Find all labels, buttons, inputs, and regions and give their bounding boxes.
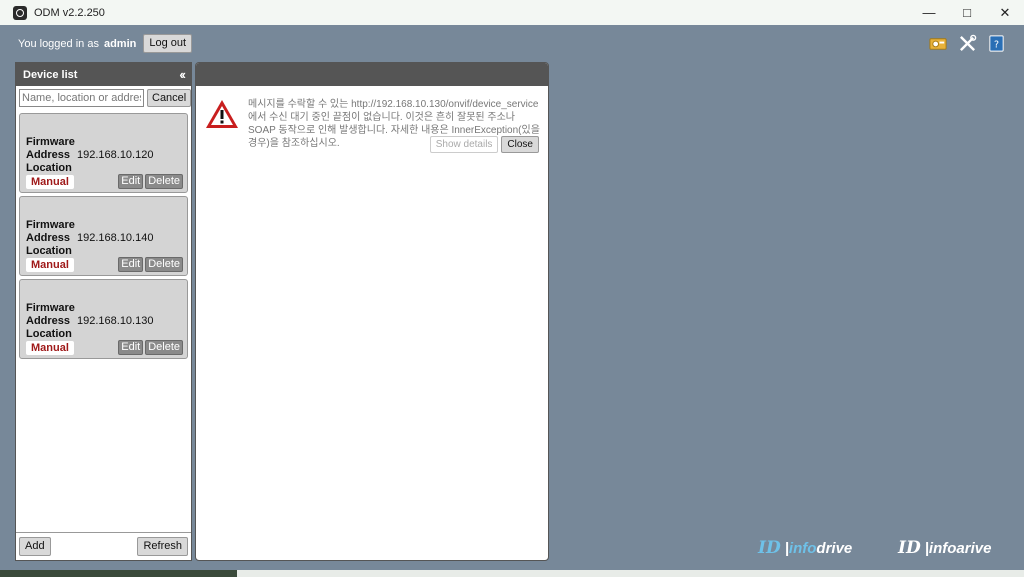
manual-badge: Manual	[26, 257, 74, 272]
settings-icon[interactable]	[929, 34, 948, 53]
close-icon[interactable]: ✕	[986, 0, 1024, 25]
tools-icon[interactable]	[958, 34, 977, 53]
device-card[interactable]: Firmware Address 192.168.10.140 Location …	[19, 196, 188, 276]
device-list-header: Device list ‹‹	[16, 63, 191, 86]
message-actions: Show details Close	[429, 136, 539, 153]
device-card[interactable]: Firmware Address 192.168.10.130 Location …	[19, 279, 188, 359]
search-input[interactable]	[19, 89, 144, 107]
edit-button[interactable]: Edit	[118, 174, 144, 189]
add-device-button[interactable]: Add	[19, 537, 51, 556]
app-window: ODM v2.2.250 — □ ✕ You logged in as admi…	[0, 0, 1024, 570]
manual-badge: Manual	[26, 340, 74, 355]
session-bar: You logged in as admin Log out	[18, 34, 193, 53]
title-bar: ODM v2.2.250 — □ ✕	[0, 0, 1024, 25]
search-row: Cancel	[16, 86, 192, 110]
device-list-title: Device list	[23, 68, 78, 81]
collapse-icon[interactable]: ‹‹	[179, 67, 186, 82]
infodrive-logo: ID | info drive	[758, 538, 853, 558]
logged-in-text: You logged in as	[18, 37, 99, 50]
toolbar-icons: ?	[929, 34, 1006, 53]
edit-button[interactable]: Edit	[118, 257, 144, 272]
address-label: Address	[26, 149, 71, 161]
device-card[interactable]: Firmware Address 192.168.10.120 Location …	[19, 113, 188, 193]
delete-button[interactable]: Delete	[145, 340, 183, 355]
address-value: 192.168.10.130	[77, 315, 154, 327]
help-book-icon[interactable]: ?	[987, 34, 1006, 53]
cancel-button[interactable]: Cancel	[147, 89, 192, 107]
message-panel: 메시지를 수락할 수 있는 http://192.168.10.130/onvi…	[195, 62, 549, 561]
device-list-footer: Add Refresh	[16, 532, 191, 560]
delete-button[interactable]: Delete	[145, 257, 183, 272]
window-controls: — □ ✕	[910, 0, 1024, 25]
username: admin	[103, 37, 137, 50]
address-value: 192.168.10.140	[77, 232, 154, 244]
message-header	[196, 63, 548, 86]
firmware-label: Firmware	[26, 219, 75, 231]
svg-text:?: ?	[994, 39, 999, 50]
device-list-panel: Device list ‹‹ Cancel Firmware Address 19…	[15, 62, 192, 561]
firmware-label: Firmware	[26, 302, 75, 314]
minimize-icon[interactable]: —	[910, 0, 948, 25]
address-label: Address	[26, 232, 71, 244]
address-label: Address	[26, 315, 71, 327]
maximize-icon[interactable]: □	[948, 0, 986, 25]
delete-button[interactable]: Delete	[145, 174, 183, 189]
infoarive-logo: ID | infoarive	[898, 538, 992, 558]
logout-button[interactable]: Log out	[143, 34, 193, 53]
close-message-button[interactable]: Close	[501, 136, 539, 153]
show-details-button[interactable]: Show details	[429, 136, 499, 153]
address-value: 192.168.10.120	[77, 149, 154, 161]
window-title: ODM v2.2.250	[34, 6, 105, 19]
taskbar-strip	[237, 570, 1024, 577]
warning-icon	[206, 100, 238, 128]
edit-button[interactable]: Edit	[118, 340, 144, 355]
manual-badge: Manual	[26, 174, 74, 189]
app-icon	[13, 5, 27, 20]
refresh-button[interactable]: Refresh	[137, 537, 188, 556]
firmware-label: Firmware	[26, 136, 75, 148]
